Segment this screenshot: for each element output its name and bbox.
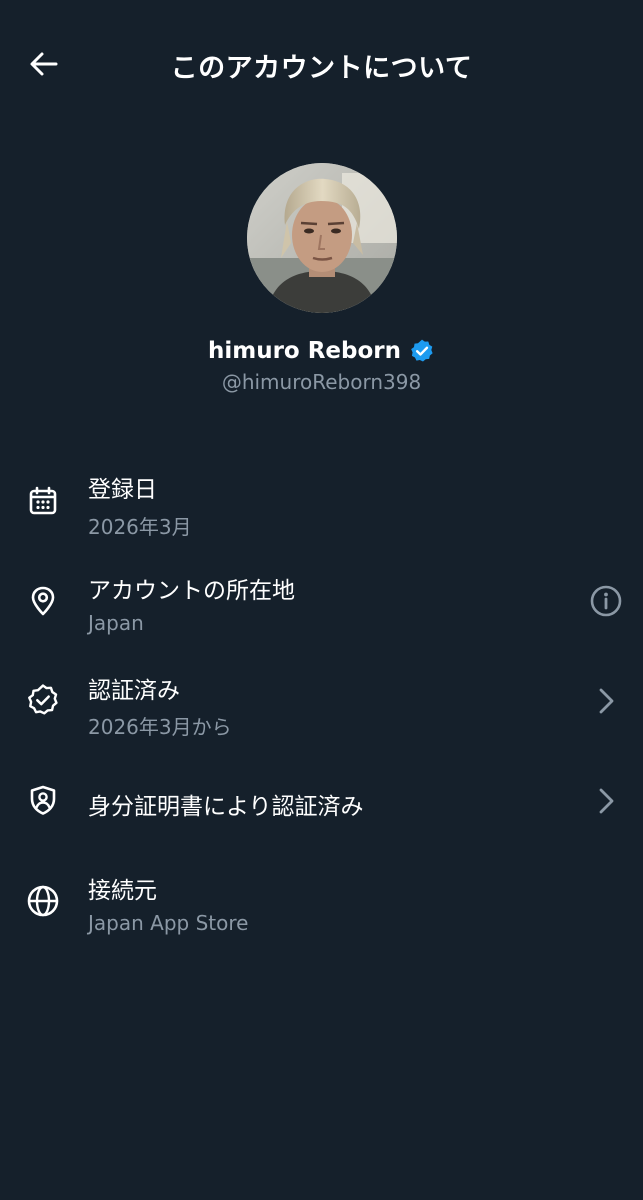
calendar-icon xyxy=(25,483,61,519)
row-value: 2026年3月 xyxy=(88,515,192,539)
display-name: himuro Reborn xyxy=(207,338,402,364)
id-shield-icon xyxy=(25,782,61,818)
row-label: 登録日 xyxy=(88,477,157,503)
row-label: 身分証明書により認証済み xyxy=(88,794,364,820)
row-id-verified[interactable]: 身分証明書により認証済み xyxy=(0,761,643,841)
verified-badge-outline-icon xyxy=(25,682,61,718)
info-icon[interactable] xyxy=(588,583,624,619)
row-value: 2026年3月から xyxy=(88,715,232,739)
globe-icon xyxy=(25,883,61,919)
chevron-right-icon[interactable] xyxy=(588,683,624,719)
top-bar: このアカウントについて xyxy=(0,0,643,128)
chevron-right-icon[interactable] xyxy=(588,783,624,819)
row-value: Japan App Store xyxy=(88,911,249,935)
row-verified[interactable]: 認証済み 2026年3月から xyxy=(0,663,643,743)
row-label: 認証済み xyxy=(88,678,180,704)
user-handle: @himuroReborn398 xyxy=(221,370,422,394)
row-joined-date: 登録日 2026年3月 xyxy=(0,462,643,542)
row-label: アカウントの所在地 xyxy=(88,578,295,604)
location-pin-icon xyxy=(25,583,61,619)
row-label: 接続元 xyxy=(88,878,157,904)
verified-badge-icon xyxy=(409,338,435,364)
row-account-location: アカウントの所在地 Japan xyxy=(0,563,643,643)
avatar xyxy=(247,163,397,313)
row-connected-via: 接続元 Japan App Store xyxy=(0,863,643,943)
profile-name-row: himuro Reborn xyxy=(0,338,643,364)
page-title: このアカウントについて xyxy=(170,53,473,84)
row-value: Japan xyxy=(88,611,144,635)
